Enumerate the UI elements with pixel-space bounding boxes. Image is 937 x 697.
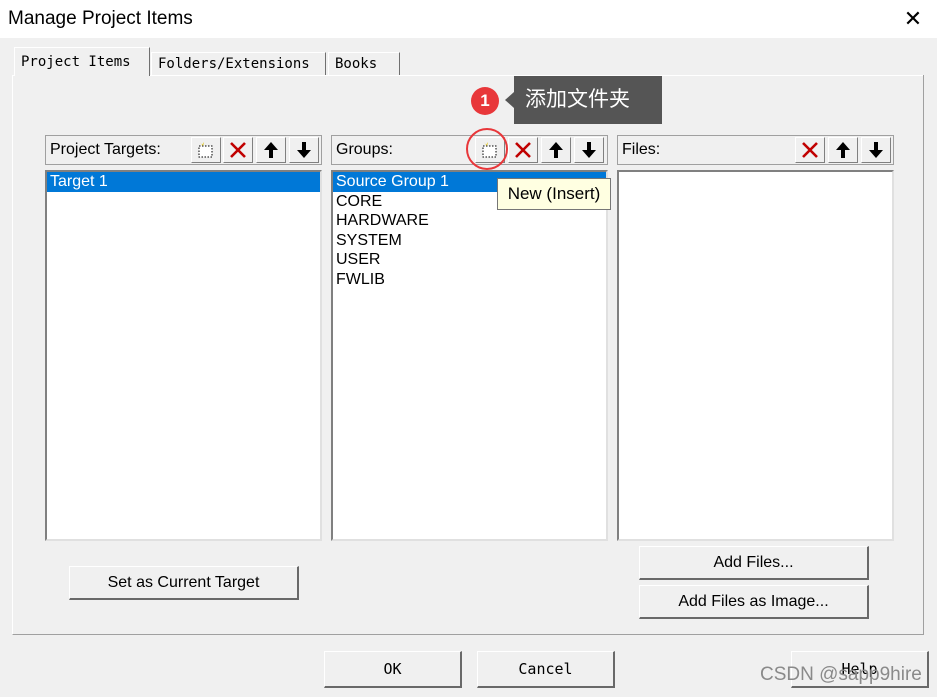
tab-project-items[interactable]: Project Items [14, 47, 150, 76]
list-item-target-1[interactable]: Target 1 [47, 172, 320, 192]
list-item-group[interactable]: HARDWARE [333, 211, 606, 231]
move-up-icon [264, 142, 278, 158]
tab-books[interactable]: Books [328, 52, 400, 75]
move-target-down-button[interactable] [289, 137, 319, 163]
annotation-callout: 添加文件夹 [514, 76, 662, 124]
move-up-icon [549, 142, 563, 158]
move-file-up-button[interactable] [828, 137, 858, 163]
files-header: Files: [617, 135, 894, 165]
window-title: Manage Project Items [8, 8, 193, 29]
list-item-group[interactable]: SYSTEM [333, 231, 606, 251]
new-folder-icon [198, 142, 213, 158]
move-down-icon [297, 142, 311, 158]
move-file-down-button[interactable] [861, 137, 891, 163]
move-down-icon [582, 142, 596, 158]
move-group-up-button[interactable] [541, 137, 571, 163]
annotation-step-badge: 1 [471, 87, 499, 115]
project-targets-list[interactable]: Target 1 [45, 170, 322, 541]
annotation-callout-arrow [505, 92, 514, 108]
watermark: CSDN @sapp9hire [760, 664, 922, 685]
close-icon[interactable]: ✕ [900, 6, 926, 32]
delete-target-button[interactable] [223, 137, 253, 163]
new-target-button[interactable] [191, 137, 221, 163]
move-target-up-button[interactable] [256, 137, 286, 163]
delete-file-button[interactable] [795, 137, 825, 163]
files-label: Files: [622, 141, 661, 158]
groups-list[interactable]: Source Group 1 CORE HARDWARE SYSTEM USER… [331, 170, 608, 541]
list-item-group[interactable]: FWLIB [333, 270, 606, 290]
move-group-down-button[interactable] [574, 137, 604, 163]
cancel-button[interactable]: Cancel [477, 651, 615, 688]
ok-button[interactable]: OK [324, 651, 462, 688]
delete-group-button[interactable] [508, 137, 538, 163]
tab-folders-extensions[interactable]: Folders/Extensions [151, 52, 326, 75]
add-files-as-image-button[interactable]: Add Files as Image... [639, 585, 869, 619]
project-targets-header: Project Targets: [45, 135, 322, 165]
move-up-icon [836, 142, 850, 158]
move-down-icon [869, 142, 883, 158]
list-item-group[interactable]: USER [333, 250, 606, 270]
delete-x-icon [802, 142, 818, 158]
delete-x-icon [515, 142, 531, 158]
project-targets-label: Project Targets: [50, 141, 161, 158]
set-current-target-button[interactable]: Set as Current Target [69, 566, 299, 600]
add-files-button[interactable]: Add Files... [639, 546, 869, 580]
annotation-highlight-ring [466, 128, 508, 170]
tooltip: New (Insert) [497, 178, 611, 210]
files-list[interactable] [617, 170, 894, 541]
groups-label: Groups: [336, 141, 393, 158]
delete-x-icon [230, 142, 246, 158]
